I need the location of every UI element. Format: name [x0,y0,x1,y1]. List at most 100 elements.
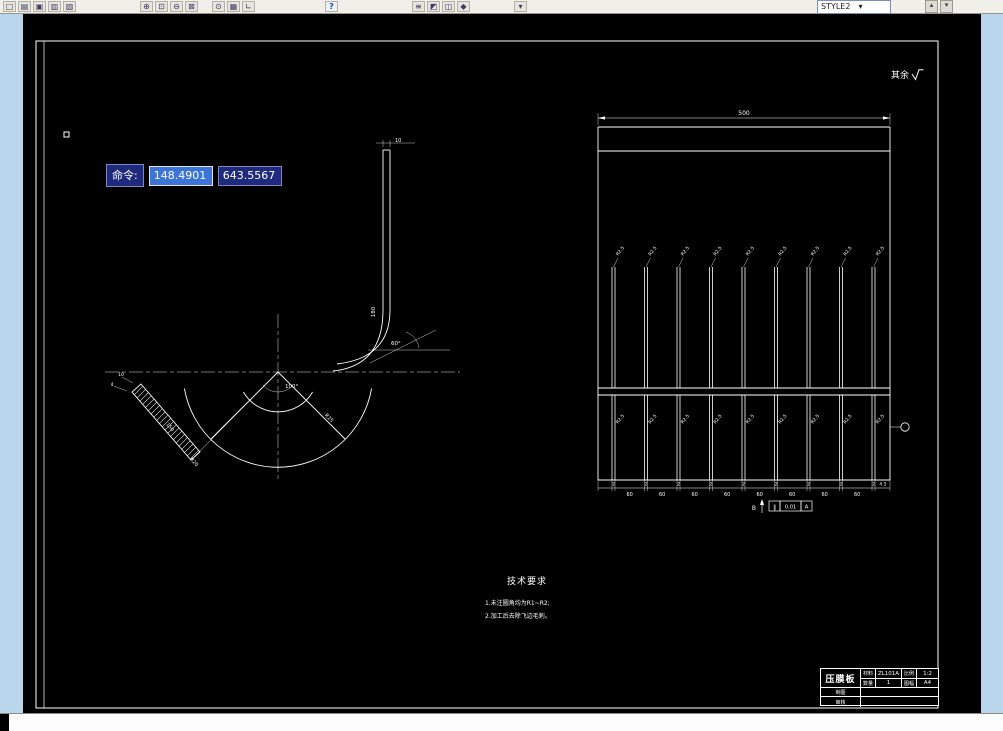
slot-label: R2.5 [745,245,756,257]
hatched-bar [131,383,201,461]
status-bar[interactable] [0,713,1003,731]
title-block-scale-label: 比例 [902,669,917,679]
status-chip [0,714,9,731]
render-icon[interactable]: ◩ [427,1,440,12]
slot-leader [840,257,846,268]
zoom-previous-icon[interactable]: ⊖ [170,1,183,12]
toolbar-dropdown-icon[interactable]: ▾ [514,1,527,12]
grip-point[interactable] [63,131,70,138]
open-icon[interactable]: ▤ [18,1,31,12]
tech-requirements-title: 技术要求 [507,577,548,587]
title-block-drawn-value [861,688,938,697]
dim-slot-width: 2 [807,482,810,488]
dim-slot-width: 2 [645,482,648,488]
ucs-icon[interactable]: ∟ [242,1,255,12]
section-arrow-icon [760,499,764,505]
surface-note-text: 其余 [891,71,910,81]
dim-end-radius: R20 [188,457,199,468]
slot-label: R2.5 [745,413,756,425]
title-block-drawn-label: 制图 [821,688,861,697]
dim-slot-width: 2 [677,482,680,488]
surface-roughness-icon [911,68,924,81]
comb-slots: R2.5 R2.5 2 60 R2.5 R2.5 2 60 R2.5 R2.5 2 60 R2.5 R2.… [597,245,891,498]
dim-pitch: 60 [627,492,633,498]
slot-leader [775,257,781,268]
layers-icon[interactable]: ≡ [412,1,425,12]
grid-icon[interactable]: ▦ [227,1,240,12]
zoom-window-icon[interactable]: ⊡ [155,1,168,12]
slot-leader [613,257,619,268]
dim-pitch: 60 [692,492,698,498]
slot-label: R2.5 [680,413,691,425]
command-x-input[interactable]: 148.4901 [148,165,213,186]
command-input-overlay: 命令: 148.4901 643.5567 [106,164,282,187]
title-block-checked-value [861,697,938,707]
slot-label: R2.5 [647,413,658,425]
dim-slot-width: 2 [710,482,713,488]
slot-label: R2.5 [777,245,788,257]
dim-end: 4.5 [879,482,886,488]
title-block-checked-label: 审核 [821,697,861,707]
dim-top-thickness: 10 [395,138,401,144]
left-view [105,140,460,482]
fcf-tolerance: 0.01 [785,505,796,511]
dim-wall-angle: 60° [391,341,401,347]
slot-label: R2.5 [615,413,626,425]
slot-leader [678,257,684,268]
osnap-icon[interactable]: ⊙ [212,1,225,12]
right-view-dims: 500 B ∥ 0.01 A [738,110,808,512]
datum-circle [900,422,910,432]
slot-label: R2.5 [842,413,853,425]
slot-label: R2.5 [842,245,853,257]
technical-requirements: 技术要求 1.未注圆角均为R1~R2; 2.加工后去除飞边毛刺。 [485,574,551,622]
zoom-realtime-icon[interactable]: ⊕ [140,1,153,12]
slot-label: R2.5 [875,413,886,425]
dim-slot-width: 2 [612,482,615,488]
fcf-datum: A [805,505,809,511]
dim-pitch: 60 [789,492,795,498]
dim-slot-width: 2 [775,482,778,488]
scroll-down-icon[interactable]: ▾ [940,0,953,13]
slot-label: R2.5 [680,245,691,257]
slot-label: R2.5 [810,413,821,425]
slot-label: R2.5 [712,245,723,257]
main-toolbar: □ ▤ ▣ ▥ ▧ ⊕ ⊡ ⊖ ⊠ ⊙ ▦ ∟ ? ≡ ◩ ◫ ◆ ▾ STYL… [0,0,1003,14]
slot-label: R2.5 [810,245,821,257]
dim-bar-b: 4 [111,382,114,388]
help-icon[interactable]: ? [325,1,338,12]
title-block-sheet: A4 [917,679,938,688]
dim-fan-radius: R25 [323,413,334,424]
tools-icon[interactable]: ◆ [457,1,470,12]
plot-preview-icon[interactable]: ▧ [63,1,76,12]
text-style-value: STYLE2 [821,1,851,11]
slot-leader [743,257,749,268]
dim-slot-width: 2 [872,482,875,488]
tech-requirement-item: 1.未注圆角均为R1~R2; [485,600,550,607]
tech-requirement-item: 2.加工后去除飞边毛刺。 [485,613,551,620]
zoom-extents-icon[interactable]: ⊠ [185,1,198,12]
title-block-scale: 1:2 [917,669,938,679]
dim-pitch: 60 [822,492,828,498]
dim-bar-a: 10 [118,372,124,378]
dim-fan-angle: 100° [285,384,298,390]
slot-leader [873,257,879,268]
slot-leader [808,257,814,268]
dim-pitch: 60 [724,492,730,498]
title-block-material: ZL101A [876,669,902,679]
new-icon[interactable]: □ [3,1,16,12]
dim-pitch: 60 [854,492,860,498]
dim-slot-width: 2 [742,482,745,488]
views-icon[interactable]: ◫ [442,1,455,12]
slot-label: R2.5 [777,413,788,425]
command-label: 命令: [106,164,144,187]
slot-leader [645,257,651,268]
model-space-canvas[interactable]: 10 180 60° 100° R25 10 4 150 R20 500 B ∥… [23,14,981,713]
print-icon[interactable]: ▥ [48,1,61,12]
command-y-input[interactable]: 643.5567 [217,165,282,186]
title-block-part-name: 压膜板 [821,669,861,688]
text-style-combo[interactable]: STYLE2 ▾ [817,0,891,14]
save-icon[interactable]: ▣ [33,1,46,12]
dim-pitch: 60 [757,492,763,498]
scroll-up-icon[interactable]: ▴ [925,0,938,13]
surface-finish-note: 其余 [891,68,924,81]
